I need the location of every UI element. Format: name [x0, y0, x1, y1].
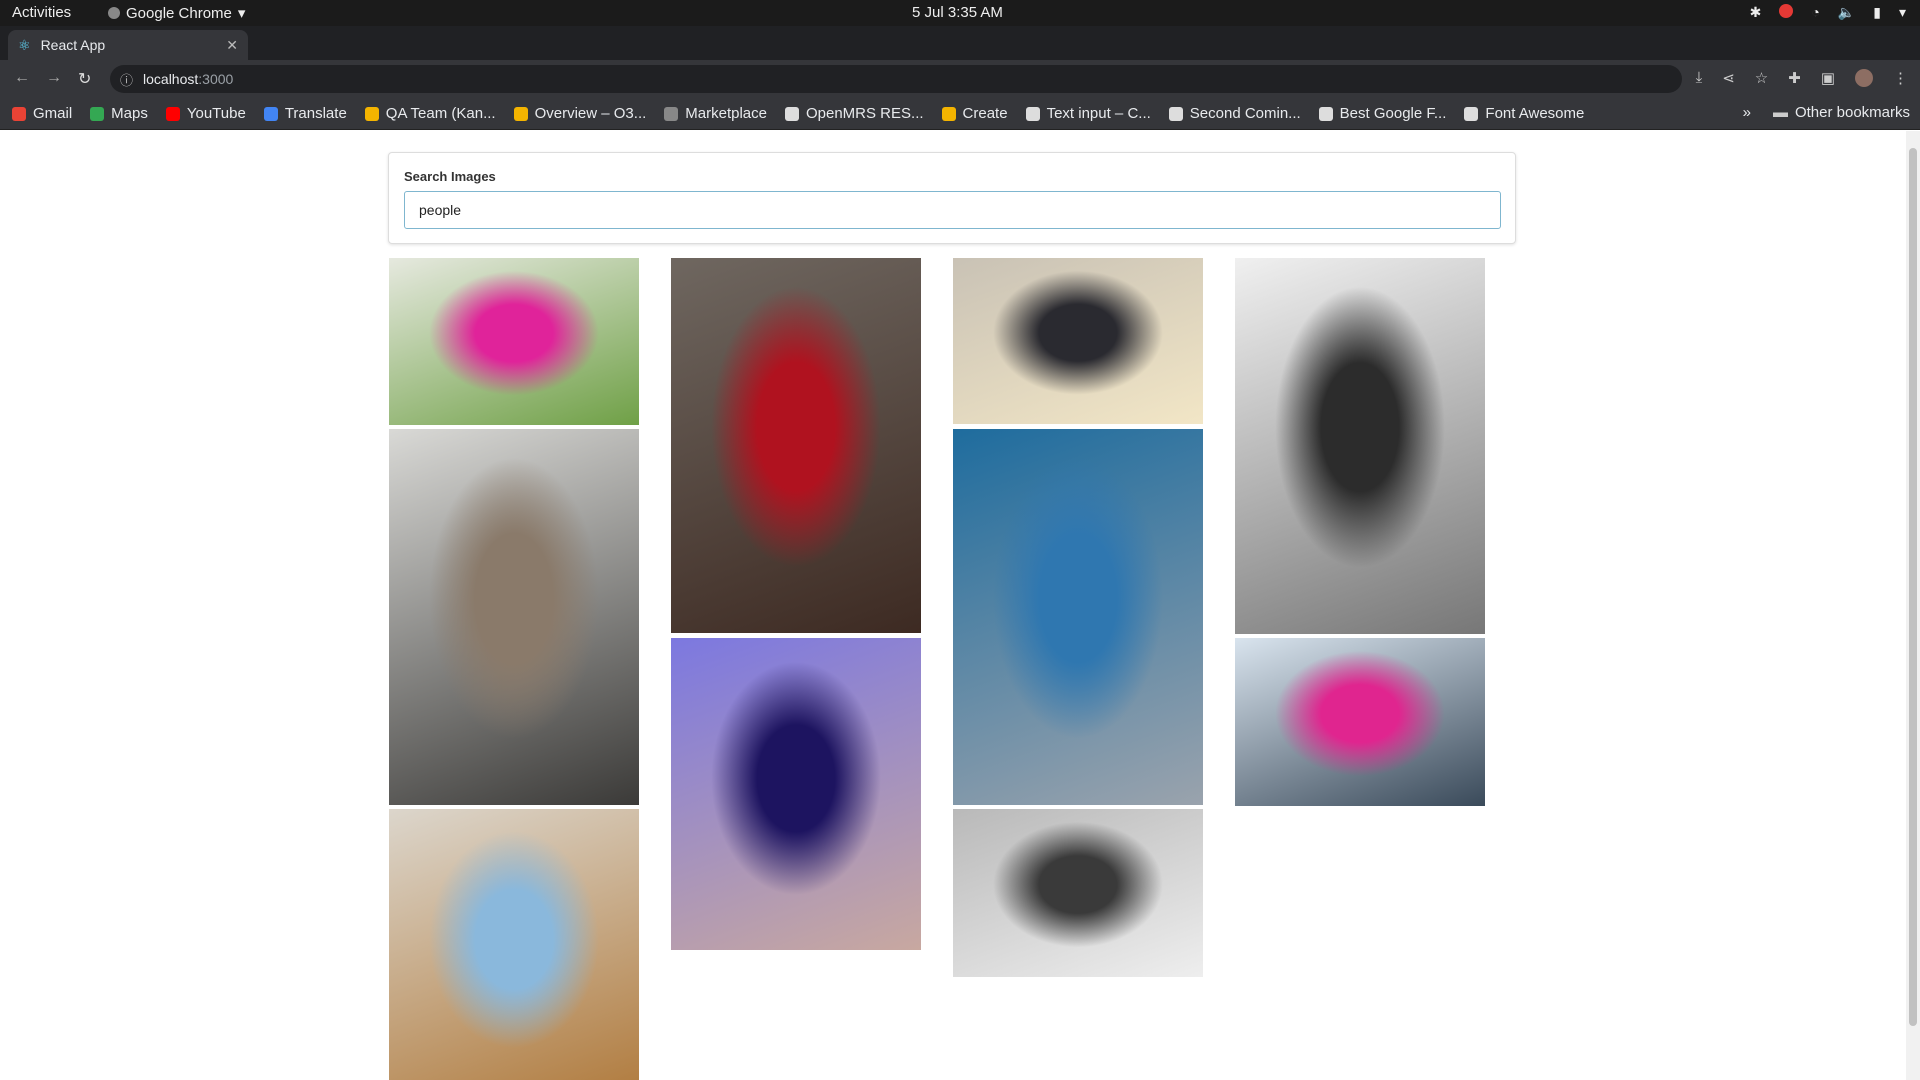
- gallery-image[interactable]: [389, 429, 639, 805]
- bookmark-label: Marketplace: [685, 105, 767, 122]
- bookmark-item[interactable]: Text input – C...: [1025, 105, 1151, 122]
- side-panel-icon[interactable]: ▣: [1821, 69, 1835, 87]
- bookmark-item[interactable]: QA Team (Kan...: [364, 105, 496, 122]
- bookmark-favicon-icon: [1318, 106, 1333, 121]
- url-port: :3000: [198, 71, 234, 87]
- bookmark-favicon-icon: [364, 106, 379, 121]
- search-card: Search Images: [388, 152, 1516, 244]
- bookmark-item[interactable]: Best Google F...: [1318, 105, 1447, 122]
- bookmark-label: Translate: [284, 105, 347, 122]
- bookmark-label: Second Comin...: [1189, 105, 1301, 122]
- address-bar[interactable]: ⓘ localhost:3000: [110, 65, 1682, 93]
- bookmark-item[interactable]: Gmail: [12, 105, 72, 122]
- bookmark-favicon-icon: [1025, 106, 1040, 121]
- bookmark-item[interactable]: Marketplace: [664, 105, 767, 122]
- system-top-bar: Activities Google Chrome ▾ 5 Jul 3:35 AM…: [0, 0, 1920, 26]
- gallery-image[interactable]: [389, 258, 639, 425]
- bookmark-favicon-icon: [165, 106, 180, 121]
- tab-react-app[interactable]: ⚛ React App ✕: [8, 30, 248, 60]
- bookmark-label: Maps: [111, 105, 148, 122]
- bookmark-label: OpenMRS RES...: [805, 105, 924, 122]
- bookmark-item[interactable]: Translate: [263, 105, 347, 122]
- bookmark-item[interactable]: OpenMRS RES...: [784, 105, 924, 122]
- bookmark-star-icon[interactable]: ☆: [1755, 69, 1768, 87]
- tab-strip: ⚛ React App ✕ + ⌄ – ❐ ✕: [0, 26, 1920, 81]
- bookmark-favicon-icon: [12, 106, 26, 121]
- gallery-image[interactable]: [1235, 638, 1485, 806]
- forward-icon[interactable]: →: [46, 69, 62, 87]
- gallery-image[interactable]: [953, 809, 1203, 977]
- bookmark-label: Create: [962, 105, 1008, 122]
- bookmark-favicon-icon: [784, 106, 799, 121]
- bookmarks-right: » ▬ Other bookmarks: [1743, 104, 1910, 121]
- app-name-label: Google Chrome: [126, 4, 232, 22]
- browser-toolbar: ← → ↻ ⓘ localhost:3000 ⤓ ⋖ ☆ ✚ ▣ ⋮: [0, 60, 1920, 98]
- profile-avatar[interactable]: [1855, 69, 1873, 87]
- bookmark-label: Text input – C...: [1046, 105, 1151, 122]
- bookmark-label: Best Google F...: [1339, 105, 1447, 122]
- folder-icon: ▬: [1772, 104, 1788, 121]
- bookmark-item[interactable]: Font Awesome: [1464, 105, 1584, 122]
- gallery-image[interactable]: [389, 809, 639, 1080]
- gallery-image[interactable]: [671, 638, 921, 950]
- bookmark-label: YouTube: [186, 105, 246, 122]
- bookmark-label: QA Team (Kan...: [385, 105, 496, 122]
- search-input[interactable]: [404, 191, 1501, 229]
- bookmark-favicon-icon: [1168, 106, 1183, 121]
- bookmark-item[interactable]: Second Comin...: [1168, 105, 1301, 122]
- chrome-icon: [108, 7, 120, 19]
- url-host: localhost: [143, 71, 199, 87]
- settings-daemon-icon: ✱: [1749, 4, 1762, 20]
- more-bookmarks-icon[interactable]: »: [1743, 104, 1751, 121]
- back-icon[interactable]: ←: [14, 69, 30, 87]
- bookmark-item[interactable]: Maps: [90, 105, 148, 122]
- share-icon[interactable]: ⋖: [1722, 69, 1735, 87]
- bookmark-favicon-icon: [1464, 106, 1479, 121]
- bookmark-label: Overview – O3...: [534, 105, 647, 122]
- bookmark-favicon-icon: [90, 106, 105, 121]
- close-tab-icon[interactable]: ✕: [226, 37, 238, 54]
- bookmark-favicon-icon: [513, 106, 528, 121]
- wifi-icon: ◔: [1811, 4, 1820, 20]
- system-tray[interactable]: ✱ ◔ 🔈 ▮ ▾: [1750, 4, 1906, 21]
- react-favicon-icon: ⚛: [18, 36, 31, 53]
- gallery-image[interactable]: [671, 258, 921, 633]
- bookmark-item[interactable]: Create: [941, 105, 1008, 122]
- activities-button[interactable]: Activities: [12, 4, 71, 21]
- bookmark-favicon-icon: [941, 106, 956, 121]
- bookmarks-bar: Gmail Maps YouTube Translate QA Team (Kan...…: [0, 98, 1920, 130]
- tab-title: React App: [40, 37, 106, 53]
- other-bookmarks-label: Other bookmarks: [1794, 104, 1910, 121]
- scrollbar-thumb[interactable]: [1909, 148, 1917, 1026]
- do-not-disturb-icon: [1779, 4, 1794, 18]
- app-menu[interactable]: Google Chrome ▾: [108, 4, 245, 22]
- gallery-image[interactable]: [953, 258, 1203, 424]
- chevron-down-icon: ▾: [237, 5, 246, 22]
- volume-icon: 🔈: [1837, 4, 1856, 20]
- reload-icon[interactable]: ↻: [78, 69, 91, 89]
- bookmark-favicon-icon: [263, 106, 278, 121]
- other-bookmarks[interactable]: ▬ Other bookmarks: [1773, 104, 1910, 121]
- install-icon[interactable]: ⤓: [1696, 69, 1703, 87]
- page-viewport: Search Images: [0, 131, 1906, 1080]
- gallery-image[interactable]: [1235, 258, 1485, 634]
- toolbar-actions: ⤓ ⋖ ☆ ✚ ▣ ⋮: [1696, 69, 1908, 87]
- bookmark-item[interactable]: YouTube: [165, 105, 246, 122]
- clock[interactable]: 5 Jul 3:35 AM: [912, 4, 1003, 21]
- site-info-icon[interactable]: ⓘ: [120, 70, 133, 89]
- gallery-image[interactable]: [953, 429, 1203, 805]
- extensions-icon[interactable]: ✚: [1788, 69, 1801, 87]
- bookmark-label: Font Awesome: [1485, 105, 1585, 122]
- power-menu-icon: ▾: [1898, 4, 1906, 20]
- bookmark-label: Gmail: [33, 105, 73, 122]
- battery-icon: ▮: [1873, 4, 1881, 20]
- bookmark-favicon-icon: [664, 106, 679, 121]
- search-label: Search Images: [404, 169, 496, 184]
- menu-icon[interactable]: ⋮: [1893, 69, 1908, 87]
- bookmark-item[interactable]: Overview – O3...: [513, 105, 647, 122]
